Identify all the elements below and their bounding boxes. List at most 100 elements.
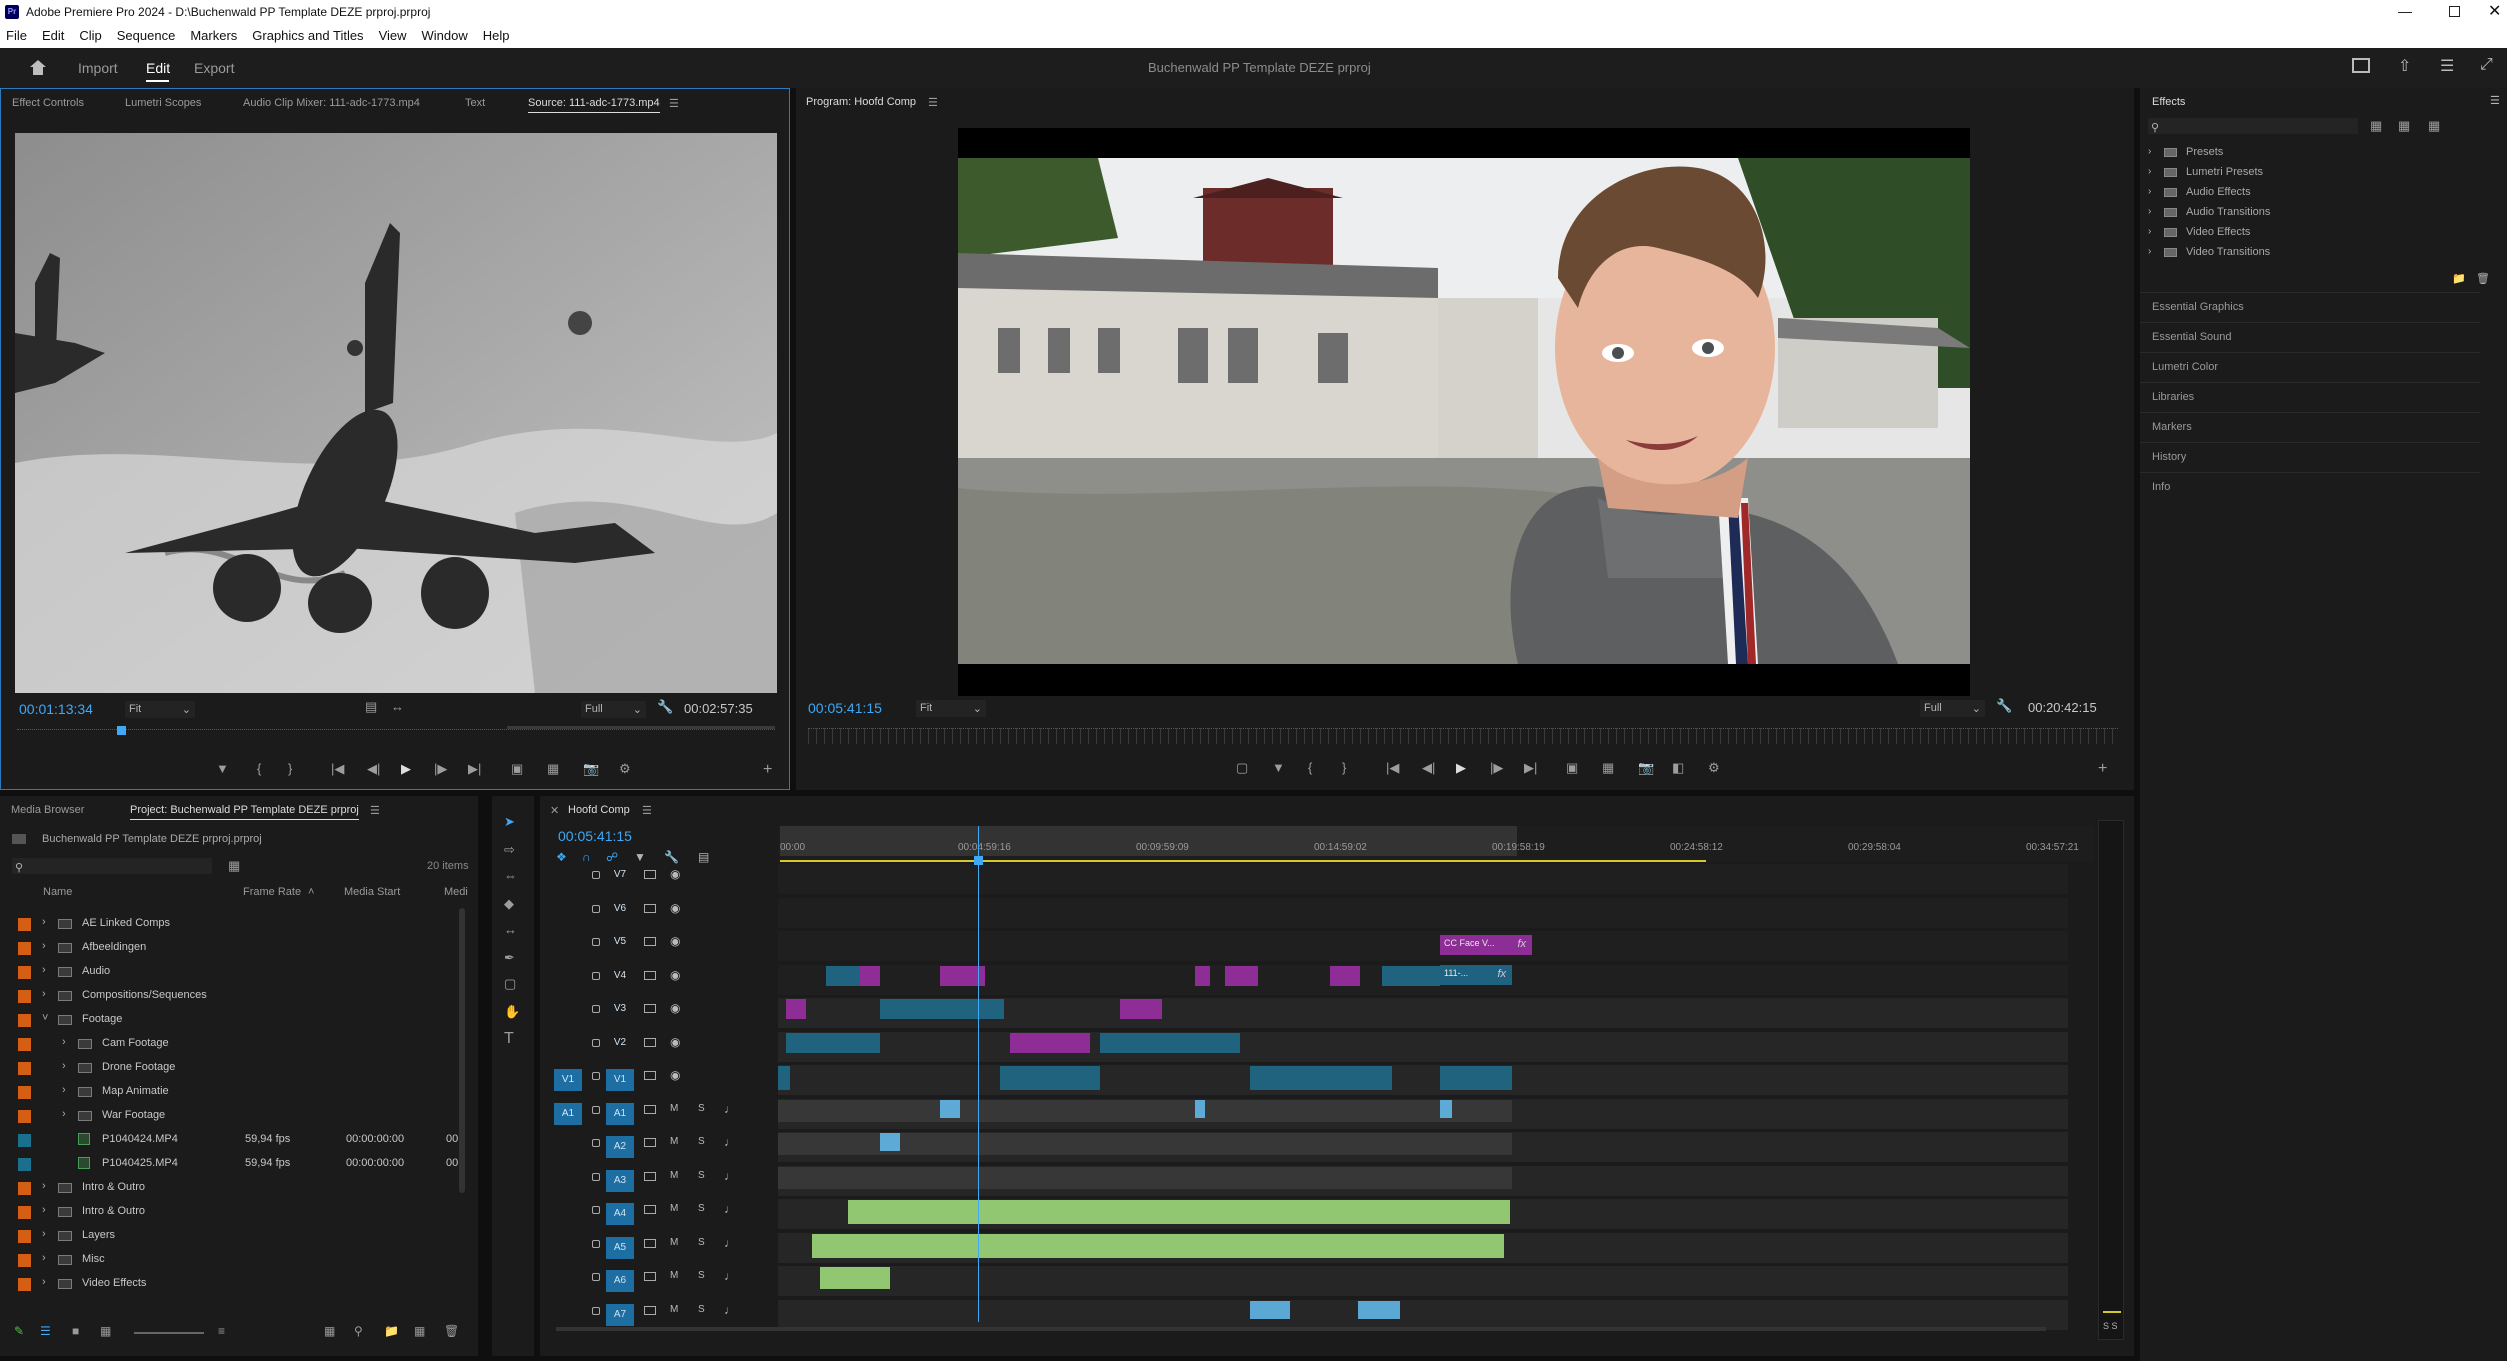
mark-in-icon[interactable]: { xyxy=(1308,760,1312,775)
wrench-icon[interactable]: 🔧 xyxy=(657,699,673,715)
tab-text[interactable]: Text xyxy=(465,97,485,109)
32bit-effects-icon[interactable]: ▦ xyxy=(2398,118,2410,134)
rectangle-tool-icon[interactable]: ▢ xyxy=(504,976,516,992)
eye-icon[interactable]: ◉ xyxy=(670,968,680,982)
menu-edit[interactable]: Edit xyxy=(35,24,72,43)
tab-edit[interactable]: Edit xyxy=(146,60,170,76)
track-target-A4[interactable]: A4 xyxy=(606,1203,634,1225)
source-quality-select[interactable]: Full ⌄ xyxy=(581,701,646,718)
chevron-right-icon[interactable]: › xyxy=(42,988,46,1000)
track-select-tool-icon[interactable]: ⇨ xyxy=(504,842,515,858)
col-name[interactable]: Name xyxy=(43,886,72,898)
lock-icon[interactable] xyxy=(592,1172,600,1181)
timeline-clip[interactable] xyxy=(778,1099,1512,1122)
solo-button[interactable]: S xyxy=(698,1103,705,1114)
track-target-V6[interactable]: V6 xyxy=(606,902,634,916)
sync-lock-icon[interactable] xyxy=(644,1104,656,1114)
source-patch-A1[interactable]: A1 xyxy=(554,1102,582,1125)
lock-icon[interactable] xyxy=(592,1206,600,1214)
effects-folder-5[interactable]: Video Transitions xyxy=(2186,246,2270,258)
source-timecode[interactable]: 00:01:13:34 xyxy=(19,701,93,717)
lock-icon[interactable] xyxy=(592,1306,600,1315)
lock-icon[interactable] xyxy=(592,1139,600,1147)
insert-clip-icon[interactable]: ▣ xyxy=(511,761,523,777)
mute-button[interactable]: M xyxy=(670,1237,678,1248)
timeline-h-scrollbar[interactable] xyxy=(556,1327,2046,1331)
project-row[interactable]: › Intro & Outro xyxy=(12,1200,462,1224)
sync-lock-icon[interactable] xyxy=(644,1138,656,1147)
chevron-right-icon[interactable]: › xyxy=(2148,146,2151,157)
new-item-icon[interactable]: ▦ xyxy=(414,1324,425,1338)
eye-icon[interactable]: ◉ xyxy=(670,1001,680,1015)
side-panel-4[interactable]: Markers xyxy=(2140,412,2480,442)
effects-folder-1[interactable]: Lumetri Presets xyxy=(2186,166,2263,178)
track-target-A6[interactable]: A6 xyxy=(606,1270,634,1292)
eye-icon[interactable]: ◉ xyxy=(670,934,680,948)
overwrite-icon[interactable]: ▦ xyxy=(547,761,559,777)
tab-effect-controls[interactable]: Effect Controls xyxy=(12,97,84,109)
microphone-icon[interactable]: ♩ xyxy=(724,1169,736,1183)
project-row[interactable]: › Misc xyxy=(12,1248,462,1272)
timeline-clip[interactable] xyxy=(820,1267,890,1289)
tab-program[interactable]: Program: Hoofd Comp xyxy=(806,96,916,108)
menu-lines-icon[interactable]: ☰ xyxy=(2440,56,2454,76)
pen-tool-icon[interactable]: ✒ xyxy=(504,950,515,966)
zoom-slider[interactable] xyxy=(134,1332,204,1334)
program-quality-select[interactable]: Full ⌄ xyxy=(1920,700,1985,717)
chevron-right-icon[interactable]: › xyxy=(2148,186,2151,197)
timeline-clip[interactable] xyxy=(1000,1066,1100,1090)
trash-icon[interactable]: 🗑 xyxy=(444,1324,459,1338)
timeline-close-icon[interactable]: ✕ xyxy=(550,804,559,817)
effects-folder-2[interactable]: Audio Effects xyxy=(2186,186,2251,198)
effects-folder-4[interactable]: Video Effects xyxy=(2186,226,2250,238)
mute-button[interactable]: M xyxy=(670,1103,678,1114)
project-row[interactable]: › Layers xyxy=(12,1224,462,1248)
home-icon[interactable] xyxy=(28,58,48,76)
timeline-clip[interactable] xyxy=(1195,965,1210,986)
track-target-A5[interactable]: A5 xyxy=(606,1236,634,1259)
mute-button[interactable]: M xyxy=(670,1270,678,1281)
timeline-clip[interactable] xyxy=(778,1166,1512,1189)
camera-icon[interactable]: 📷 xyxy=(1638,760,1654,776)
eye-icon[interactable]: ◉ xyxy=(670,867,680,881)
find-icon[interactable]: ⚲ xyxy=(354,1324,363,1338)
project-row[interactable]: › Compositions/Sequences xyxy=(12,984,462,1008)
project-row[interactable]: › AE Linked Comps xyxy=(12,912,462,936)
timeline-clip[interactable] xyxy=(848,1200,1510,1224)
chevron-right-icon[interactable]: › xyxy=(42,916,46,928)
lock-icon[interactable] xyxy=(592,971,600,980)
chevron-right-icon[interactable]: › xyxy=(62,1084,66,1096)
timeline-clip[interactable] xyxy=(940,1099,960,1118)
track-target-A1[interactable]: A1 xyxy=(606,1102,634,1125)
source-patch-V1[interactable]: V1 xyxy=(554,1069,582,1091)
lock-icon[interactable] xyxy=(592,1038,600,1047)
play-icon[interactable]: ▶ xyxy=(1456,760,1466,776)
mark-in-icon[interactable]: { xyxy=(257,761,261,776)
panel-menu-icon[interactable]: ☰ xyxy=(2490,94,2500,107)
track-target-V3[interactable]: V3 xyxy=(606,1002,634,1016)
track-target-V7[interactable]: V7 xyxy=(606,868,634,882)
list-view-icon[interactable]: ☰ xyxy=(40,1324,51,1338)
insert-icon[interactable]: ▤ xyxy=(365,699,377,715)
track-target-A2[interactable]: A2 xyxy=(606,1136,634,1158)
new-bin-icon[interactable]: 📁 xyxy=(384,1324,399,1338)
tab-hoofd-comp[interactable]: Hoofd Comp xyxy=(568,804,630,816)
side-panel-0[interactable]: Essential Graphics xyxy=(2140,292,2480,322)
chevron-right-icon[interactable]: › xyxy=(2148,206,2151,217)
go-to-out-icon[interactable]: ▶| xyxy=(1524,760,1537,776)
timeline-clip[interactable] xyxy=(1010,1032,1090,1053)
timeline-clip[interactable] xyxy=(1120,999,1162,1019)
solo-button[interactable]: S xyxy=(698,1203,705,1214)
eye-icon[interactable]: ◉ xyxy=(670,1068,680,1082)
program-zoom-select[interactable]: Fit ⌄ xyxy=(916,700,986,717)
chevron-right-icon[interactable]: › xyxy=(42,1276,46,1288)
timeline-clip[interactable] xyxy=(880,999,1004,1019)
program-timecode[interactable]: 00:05:41:15 xyxy=(808,700,882,716)
project-row[interactable]: › Audio xyxy=(12,960,462,984)
close-icon[interactable]: ✕ xyxy=(2488,1,2501,21)
maximize-icon[interactable] xyxy=(2449,6,2460,17)
mark-out-icon[interactable]: } xyxy=(1342,760,1346,775)
add-button-icon[interactable]: + xyxy=(763,761,772,779)
project-row[interactable]: ˅ Footage xyxy=(12,1008,462,1032)
track-target-V1[interactable]: V1 xyxy=(606,1069,634,1091)
